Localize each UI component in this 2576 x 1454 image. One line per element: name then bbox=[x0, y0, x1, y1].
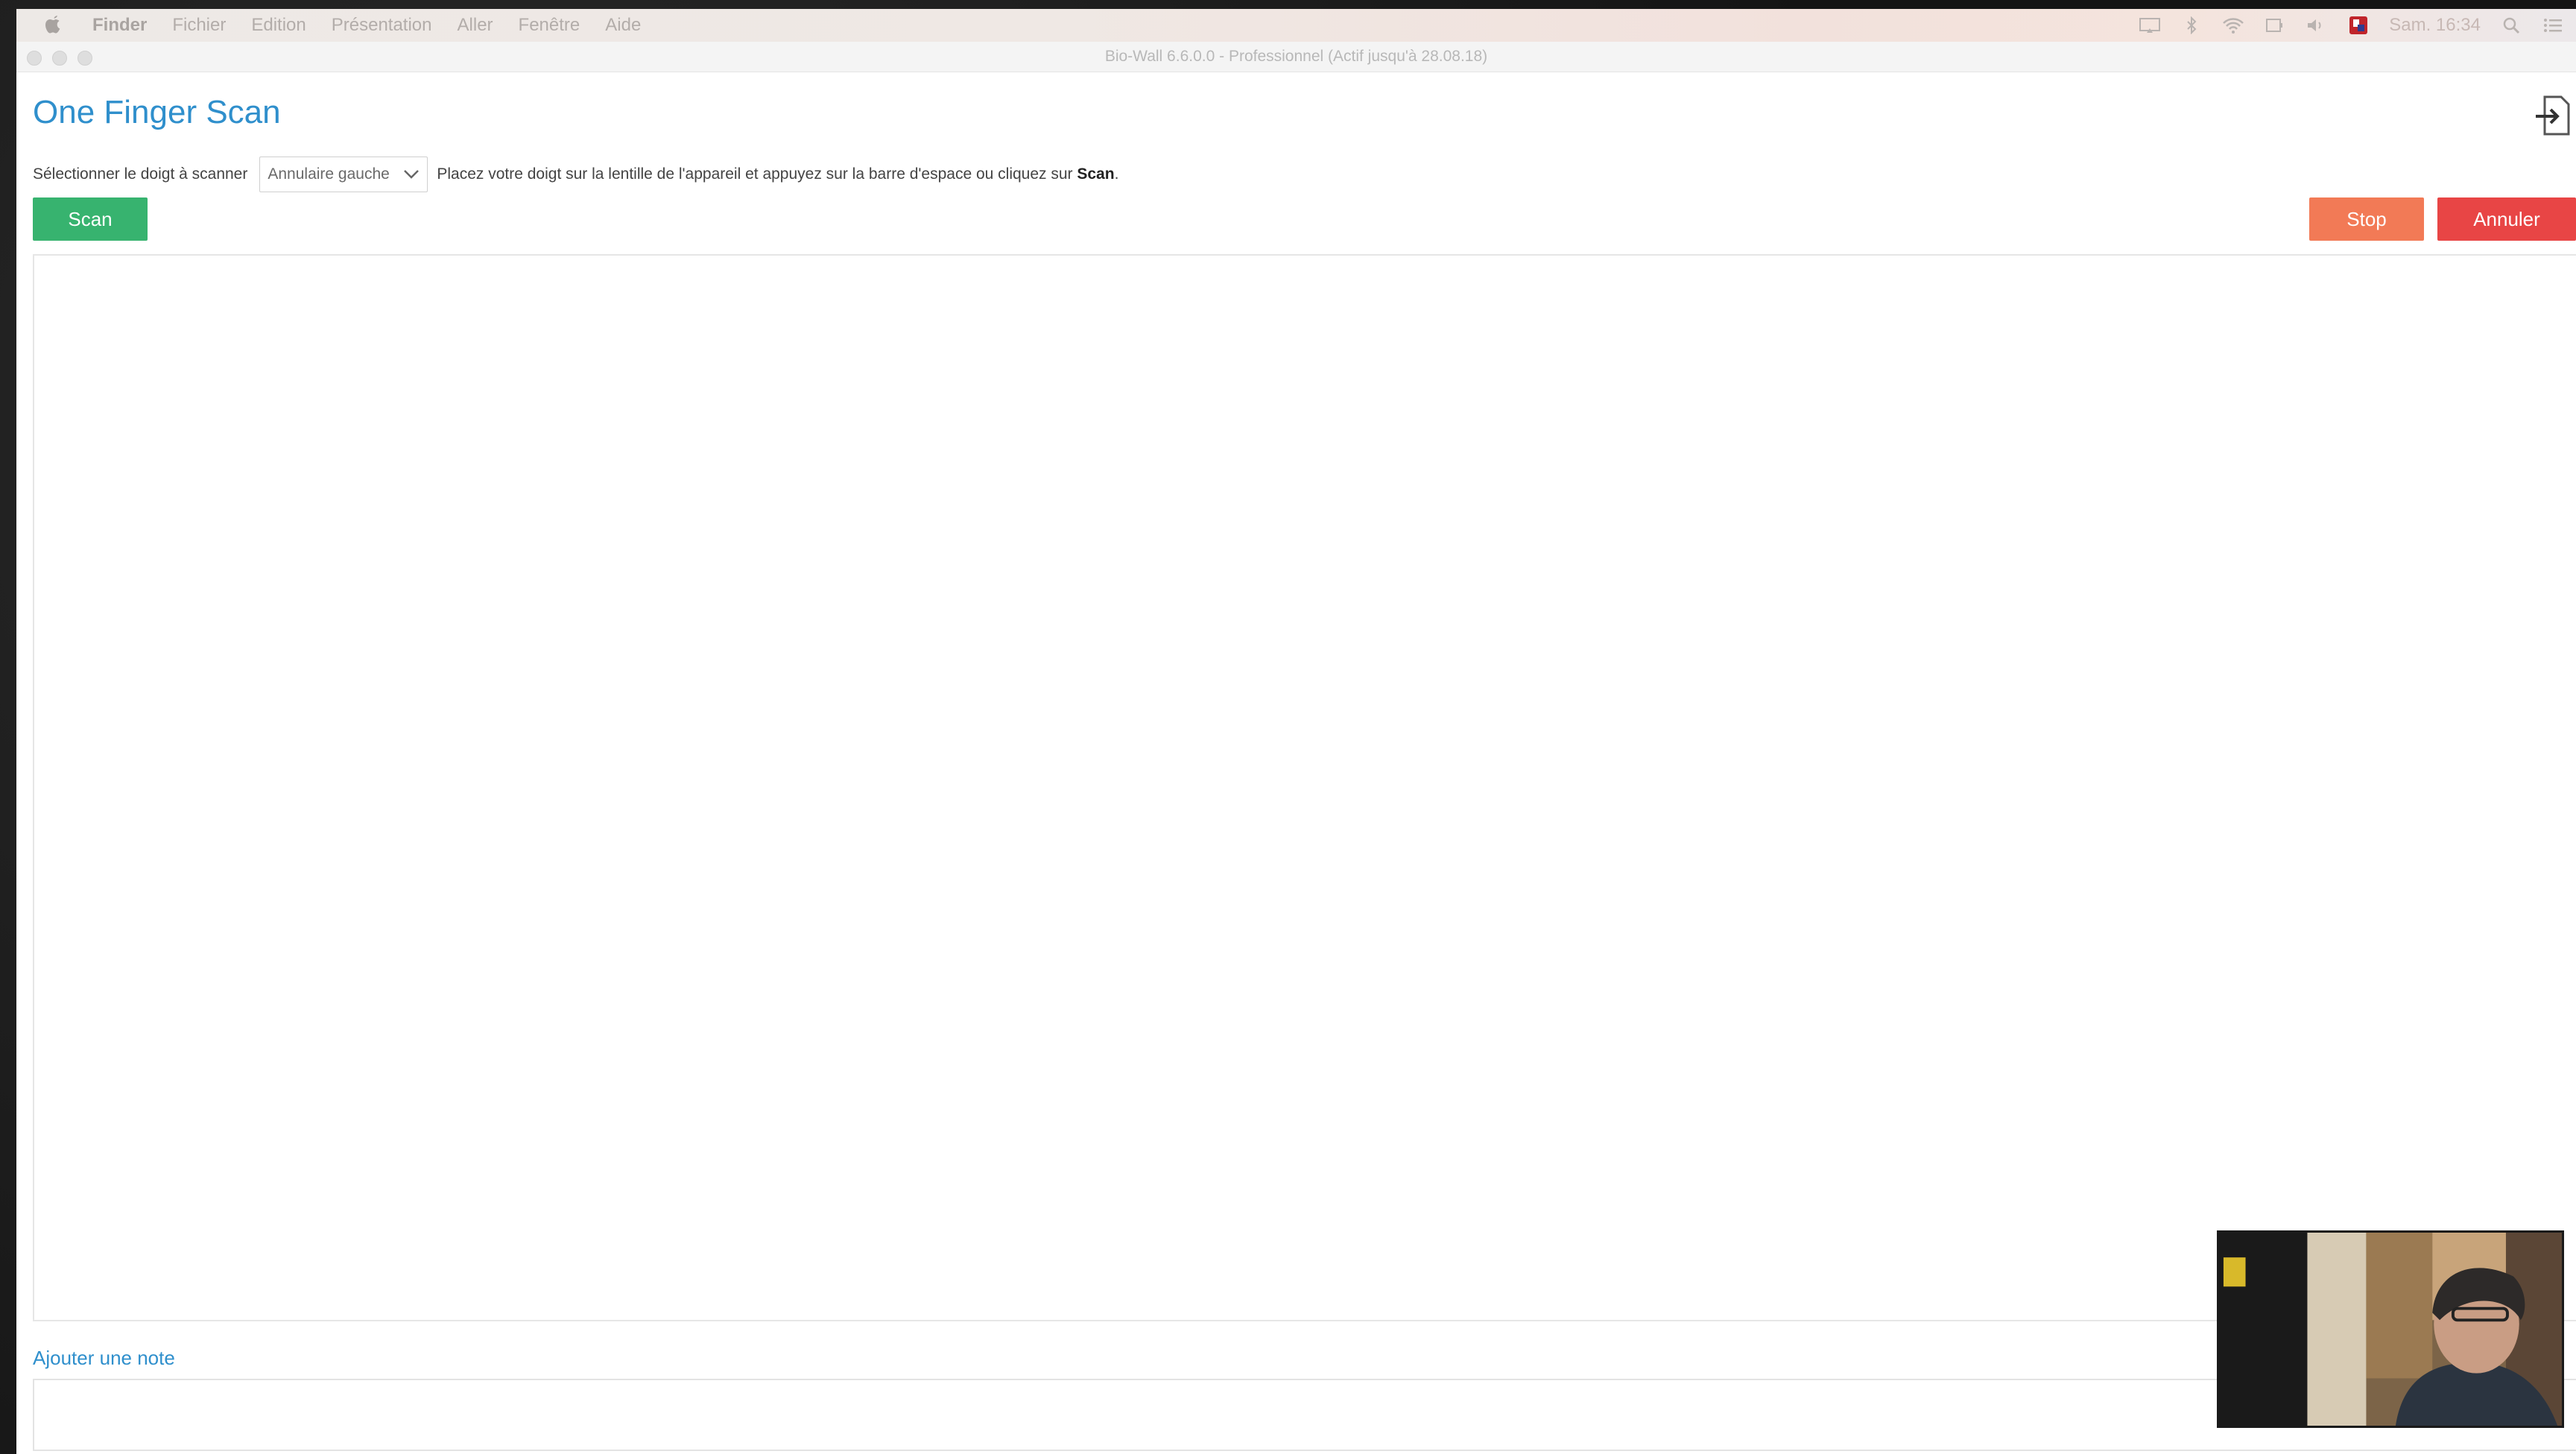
app-badge-icon[interactable] bbox=[2347, 16, 2370, 35]
screen-mirror-icon[interactable] bbox=[2139, 16, 2161, 35]
menu-aide[interactable]: Aide bbox=[605, 15, 641, 36]
screen: Finder Fichier Edition Présentation Alle… bbox=[16, 9, 2576, 1454]
menu-edition[interactable]: Edition bbox=[251, 15, 306, 36]
export-icon[interactable] bbox=[2534, 94, 2573, 137]
scan-instruction-suffix: . bbox=[1114, 165, 1119, 183]
window-titlebar: Bio-Wall 6.6.0.0 - Professionnel (Actif … bbox=[16, 42, 2576, 72]
menu-clock[interactable]: Sam. 16:34 bbox=[2389, 15, 2481, 36]
scan-button[interactable]: Scan bbox=[33, 197, 148, 241]
wifi-icon[interactable] bbox=[2222, 16, 2244, 35]
volume-icon[interactable] bbox=[2306, 16, 2328, 35]
scan-instruction-strong: Scan bbox=[1077, 165, 1115, 183]
spotlight-icon[interactable] bbox=[2500, 16, 2522, 35]
menu-bar: Finder Fichier Edition Présentation Alle… bbox=[16, 9, 2576, 42]
note-label: Ajouter une note bbox=[33, 1347, 175, 1369]
finger-select-value: Annulaire gauche bbox=[268, 165, 390, 183]
finger-select[interactable]: Annulaire gauche bbox=[259, 157, 428, 192]
finger-select-label: Sélectionner le doigt à scanner bbox=[33, 165, 248, 183]
cancel-button[interactable]: Annuler bbox=[2437, 197, 2576, 241]
scan-instruction: Placez votre doigt sur la lentille de l'… bbox=[437, 165, 1118, 183]
menu-fichier[interactable]: Fichier bbox=[172, 15, 226, 36]
status-area: Sam. 16:34 bbox=[2139, 9, 2564, 42]
menu-fenetre[interactable]: Fenêtre bbox=[519, 15, 580, 36]
window-title: Bio-Wall 6.6.0.0 - Professionnel (Actif … bbox=[1104, 48, 1488, 65]
finger-select-row: Sélectionner le doigt à scanner Annulair… bbox=[33, 155, 1118, 194]
menu-finder[interactable]: Finder bbox=[92, 15, 147, 36]
notification-center-icon[interactable] bbox=[2542, 16, 2564, 35]
chevron-down-icon bbox=[404, 170, 420, 179]
battery-icon[interactable] bbox=[2264, 16, 2286, 35]
page-title: One Finger Scan bbox=[33, 94, 281, 130]
note-input[interactable] bbox=[33, 1379, 2576, 1451]
webcam-overlay bbox=[2217, 1230, 2564, 1428]
scan-instruction-prefix: Placez votre doigt sur la lentille de l'… bbox=[437, 165, 1073, 183]
menu-presentation[interactable]: Présentation bbox=[332, 15, 432, 36]
apple-icon[interactable] bbox=[43, 14, 64, 37]
bluetooth-icon[interactable] bbox=[2180, 16, 2203, 35]
stop-button[interactable]: Stop bbox=[2309, 197, 2424, 241]
fingerprint-scan-area bbox=[33, 254, 2576, 1321]
menu-aller[interactable]: Aller bbox=[458, 15, 493, 36]
